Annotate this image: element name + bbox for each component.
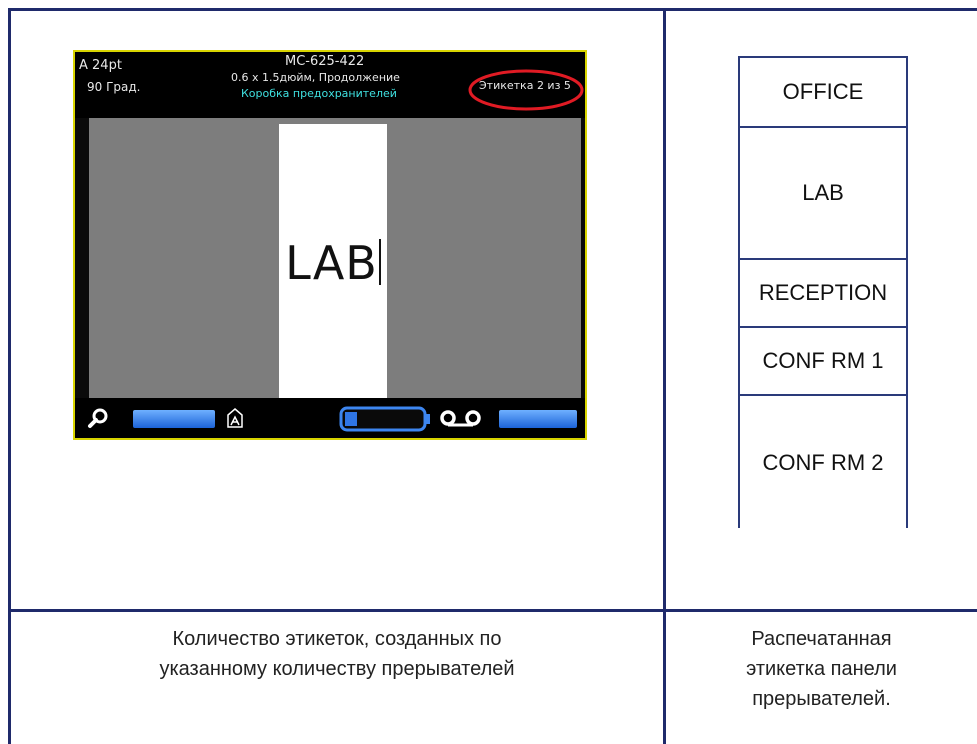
zoom-level-bar <box>133 410 215 428</box>
ribbon-level-bar <box>499 410 577 428</box>
printed-label-panel: OFFICE LAB RECEPTION CONF RM 1 CONF RM 2 <box>738 56 908 528</box>
device-screen: A 24pt 90 Град. MC-625-422 0.6 x 1.5дюйм… <box>73 50 587 440</box>
mode-indicator: Коробка предохранителей <box>241 87 397 100</box>
part-number: MC-625-422 <box>285 54 365 69</box>
label-counter-highlight <box>468 69 584 111</box>
label-size: 0.6 x 1.5дюйм, Продолжение <box>231 71 400 84</box>
ribbon-icon <box>440 410 481 427</box>
font-size-indicator: A 24pt <box>79 58 122 73</box>
lock-icon <box>227 408 243 428</box>
table-row-divider <box>8 609 977 612</box>
label-text: LAB <box>285 236 378 290</box>
rotation-indicator: 90 Град. <box>87 80 141 94</box>
printed-label-cell: CONF RM 1 <box>740 328 906 396</box>
printed-label-cell: CONF RM 2 <box>762 450 884 475</box>
right-caption: Распечатанная этикетка панели прерывател… <box>746 628 897 710</box>
screen-bottom-bar <box>75 398 585 438</box>
battery-icon <box>339 406 430 432</box>
printed-label-cell: LAB <box>740 128 906 260</box>
printed-label-cell: OFFICE <box>740 58 906 128</box>
printed-label-cell: RECEPTION <box>740 260 906 328</box>
magnifier-icon <box>88 408 108 428</box>
table-top-border <box>8 8 977 11</box>
left-caption: Количество этикеток, созданных по указан… <box>159 628 515 680</box>
text-cursor <box>378 239 381 285</box>
label-preview: LAB <box>279 124 387 398</box>
label-editor-canvas[interactable]: LAB <box>89 118 581 398</box>
